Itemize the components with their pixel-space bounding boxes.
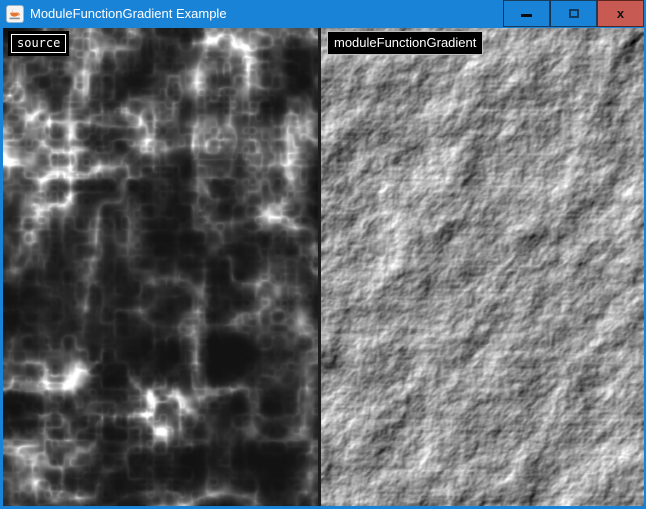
content-area: source moduleFunctionGradient bbox=[3, 28, 644, 506]
gradient-panel: moduleFunctionGradient bbox=[321, 28, 644, 506]
maximize-icon bbox=[569, 9, 579, 18]
close-icon: x bbox=[617, 7, 624, 20]
window-controls: x bbox=[503, 0, 644, 27]
titlebar[interactable]: ModuleFunctionGradient Example x bbox=[0, 0, 646, 28]
maximize-button[interactable] bbox=[550, 0, 597, 27]
minimize-button[interactable] bbox=[503, 0, 550, 27]
close-button[interactable]: x bbox=[597, 0, 644, 27]
app-window: ModuleFunctionGradient Example x source … bbox=[0, 0, 646, 509]
source-label: source bbox=[8, 31, 69, 56]
gradient-label: moduleFunctionGradient bbox=[327, 31, 483, 55]
source-image-canvas bbox=[3, 28, 318, 506]
source-label-text: source bbox=[11, 34, 66, 53]
source-panel: source bbox=[3, 28, 318, 506]
window-title: ModuleFunctionGradient Example bbox=[30, 0, 227, 28]
java-coffee-cup-icon bbox=[6, 5, 24, 23]
minimize-icon bbox=[521, 14, 532, 17]
gradient-image-canvas bbox=[321, 28, 644, 506]
